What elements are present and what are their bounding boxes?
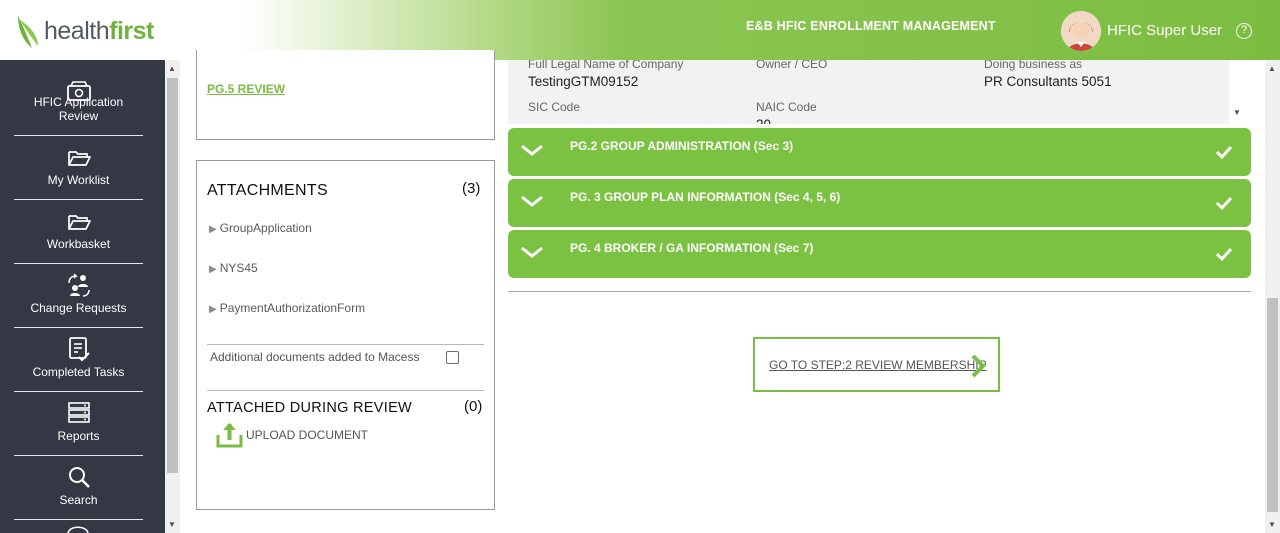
naic-label: NAIC Code (756, 100, 817, 114)
go-to-step2-button[interactable]: GO TO STEP:2 REVIEW MEMBERSHIP (753, 337, 1000, 392)
chevron-down-icon (521, 144, 543, 156)
search-icon (68, 467, 90, 488)
checkmark-icon (1215, 247, 1233, 262)
user-name[interactable]: HFIC Super User (1107, 22, 1222, 39)
section-title: PG. 3 GROUP PLAN INFORMATION (Sec 4, 5, … (570, 190, 841, 204)
top-header: healthfirst E&B HFIC ENROLLMENT MANAGEME… (0, 0, 1280, 60)
sidebar-item-completed-tasks[interactable]: Completed Tasks (14, 328, 143, 392)
dba-label: Doing business as (984, 60, 1083, 71)
partial-nav-icon (67, 526, 89, 533)
sidebar-scrollbar[interactable]: ▲ ▼ (165, 60, 180, 533)
sic-label: SIC Code (528, 100, 581, 114)
attached-during-review-count: (0) (464, 398, 483, 415)
main-scrollbar[interactable]: ▲ ▼ (1265, 60, 1280, 533)
step-button-label: GO TO STEP:2 REVIEW MEMBERSHIP (769, 358, 987, 372)
arrow-right-icon (971, 354, 986, 378)
upload-document-button[interactable]: UPLOAD DOCUMENT (215, 421, 368, 449)
section-title: PG. 4 BROKER / GA INFORMATION (Sec 7) (570, 241, 814, 255)
scroll-up-arrow-icon[interactable]: ▲ (1268, 64, 1276, 73)
healthfirst-logo[interactable]: healthfirst (14, 12, 154, 50)
sidebar-item-my-worklist[interactable]: My Worklist (14, 136, 143, 200)
attachments-panel (196, 160, 495, 510)
app-title: E&B HFIC ENROLLMENT MANAGEMENT (746, 19, 996, 33)
sidebar-item-change-requests[interactable]: Change Requests (14, 264, 143, 328)
scrollbar-thumb[interactable] (167, 78, 178, 473)
user-avatar[interactable] (1061, 11, 1101, 51)
naic-value: 20 (756, 117, 771, 124)
attachment-item[interactable]: ▶ GroupApplication (209, 221, 312, 235)
chevron-down-icon (521, 246, 543, 258)
sidebar-item-label: Search (59, 493, 98, 507)
sidebar-item-hfic-application-review[interactable]: HFIC Application Review (14, 72, 143, 136)
attachment-item[interactable]: ▶ PaymentAuthorizationForm (209, 301, 365, 315)
sidebar-item-label: Workbasket (46, 237, 111, 251)
pg5-review-link[interactable]: PG.5 REVIEW (207, 82, 285, 96)
attachment-name: PaymentAuthorizationForm (219, 301, 366, 315)
additional-docs-checkbox[interactable] (446, 351, 459, 364)
attachments-title: ATTACHMENTS (207, 182, 328, 199)
legal-name-label: Full Legal Name of Company (528, 60, 684, 71)
additional-docs-label: Additional documents added to Macess (210, 350, 420, 364)
divider (207, 390, 484, 391)
folder-open-icon (67, 215, 91, 230)
reports-icon (67, 402, 90, 423)
info-scrollbar[interactable]: ▼ (1229, 60, 1244, 124)
chevron-down-icon (521, 195, 543, 207)
completed-tasks-icon (68, 337, 90, 362)
sidebar-item-label: My Worklist (47, 173, 110, 187)
checkmark-icon (1215, 196, 1233, 211)
sidebar-item-reports[interactable]: Reports (14, 392, 143, 456)
expand-triangle-icon: ▶ (209, 224, 217, 235)
help-icon[interactable]: ? (1236, 23, 1252, 39)
divider (508, 291, 1251, 292)
folder-open-icon (67, 151, 91, 166)
sidebar-item-label: HFIC Application Review (33, 95, 124, 123)
expand-triangle-icon: ▶ (209, 264, 217, 275)
owner-label: Owner / CEO (756, 60, 828, 71)
logo-prefix: health (44, 16, 110, 45)
expand-triangle-icon: ▶ (209, 304, 217, 315)
attachment-name: NYS45 (219, 261, 258, 275)
section-pg3-group-plan-information[interactable]: PG. 3 GROUP PLAN INFORMATION (Sec 4, 5, … (508, 179, 1251, 227)
sidebar-item-workbasket[interactable]: Workbasket (14, 200, 143, 264)
scroll-down-arrow-icon[interactable]: ▼ (1233, 108, 1241, 117)
dba-value: PR Consultants 5051 (984, 74, 1112, 89)
avatar-icon (1061, 11, 1101, 51)
checkmark-icon (1215, 145, 1233, 160)
sidebar-nav: HFIC Application Review My Worklist Work… (0, 60, 165, 533)
sic-value: — (528, 117, 542, 124)
scrollbar-thumb[interactable] (1267, 298, 1278, 512)
section-pg4-broker-ga-information[interactable]: PG. 4 BROKER / GA INFORMATION (Sec 7) (508, 230, 1251, 278)
attachments-count: (3) (462, 180, 481, 197)
sidebar-item-label: Change Requests (30, 301, 127, 315)
logo-wordmark: healthfirst (44, 17, 154, 46)
attached-during-review-title: ATTACHED DURING REVIEW (207, 400, 413, 416)
scroll-down-arrow-icon[interactable]: ▼ (168, 520, 176, 529)
divider (207, 344, 484, 345)
upload-icon (216, 423, 243, 448)
company-info-box: Full Legal Name of Company TestingGTM091… (508, 60, 1229, 124)
app-root: healthfirst E&B HFIC ENROLLMENT MANAGEME… (0, 0, 1280, 533)
leaf-logo-icon (18, 16, 38, 48)
attachment-item[interactable]: ▶ NYS45 (209, 261, 258, 275)
attachment-name: GroupApplication (219, 221, 312, 235)
change-requests-icon (67, 273, 90, 297)
scroll-down-arrow-icon[interactable]: ▼ (1268, 520, 1276, 529)
logo-bold: first (109, 16, 154, 45)
section-pg2-group-administration[interactable]: PG.2 GROUP ADMINISTRATION (Sec 3) (508, 128, 1251, 176)
legal-name-value: TestingGTM09152 (528, 74, 639, 89)
section-title: PG.2 GROUP ADMINISTRATION (Sec 3) (570, 139, 794, 153)
sidebar-item-search[interactable]: Search (14, 456, 143, 520)
scroll-up-arrow-icon[interactable]: ▲ (168, 64, 176, 73)
upload-document-label: UPLOAD DOCUMENT (246, 428, 369, 442)
sidebar-item-label: Completed Tasks (32, 365, 125, 379)
sidebar-item-label: Reports (57, 429, 100, 443)
